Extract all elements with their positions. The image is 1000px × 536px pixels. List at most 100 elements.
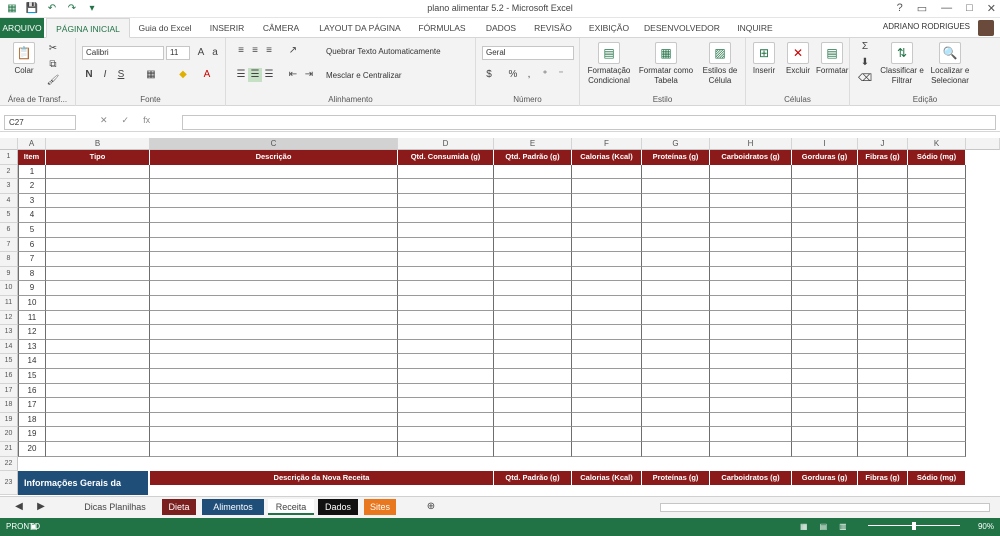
table-cell[interactable] xyxy=(150,164,398,180)
horizontal-scrollbar[interactable] xyxy=(660,503,990,512)
row-header[interactable]: 6 xyxy=(0,223,18,238)
table-cell[interactable] xyxy=(858,427,908,442)
table-cell[interactable]: 16 xyxy=(18,383,46,399)
page-layout-icon[interactable]: ▤ xyxy=(820,522,828,531)
table-cell[interactable] xyxy=(710,383,792,399)
table-cell[interactable] xyxy=(792,354,858,369)
table-cell[interactable] xyxy=(710,339,792,355)
format-button[interactable]: ▤ Formatar xyxy=(816,42,848,76)
bold-button[interactable]: N xyxy=(82,68,96,82)
table-cell[interactable] xyxy=(398,281,494,296)
table-cell[interactable] xyxy=(494,237,572,253)
table-cell[interactable] xyxy=(398,398,494,413)
table-cell[interactable] xyxy=(642,310,710,326)
table-cell[interactable] xyxy=(150,193,398,209)
row-header[interactable]: 17 xyxy=(0,383,18,399)
currency-icon[interactable]: $ xyxy=(482,68,496,82)
table-cell[interactable] xyxy=(150,266,398,282)
row-header[interactable]: 20 xyxy=(0,427,18,442)
table-cell[interactable] xyxy=(792,398,858,413)
table-cell[interactable] xyxy=(398,325,494,340)
select-all-corner[interactable] xyxy=(0,138,18,150)
sheet-tab[interactable]: Dieta xyxy=(162,499,196,515)
row-header[interactable]: 8 xyxy=(0,252,18,267)
fill-color-icon[interactable]: ◆ xyxy=(176,68,190,82)
underline-button[interactable]: S xyxy=(114,68,128,82)
table-cell[interactable] xyxy=(494,164,572,180)
table-cell[interactable] xyxy=(908,310,966,326)
row-header[interactable]: 23 xyxy=(0,471,18,496)
row-header[interactable]: 9 xyxy=(0,266,18,282)
table-cell[interactable] xyxy=(398,266,494,282)
table-cell[interactable] xyxy=(398,164,494,180)
table-cell[interactable] xyxy=(710,223,792,238)
table-cell[interactable] xyxy=(710,325,792,340)
delete-button[interactable]: ✕ Excluir xyxy=(782,42,814,76)
orientation-icon[interactable]: ↗ xyxy=(286,44,300,58)
table-cell[interactable] xyxy=(792,252,858,267)
insert-function-icon[interactable]: fx xyxy=(143,115,150,126)
align-bottom-icon[interactable]: ≡ xyxy=(262,44,276,58)
scroll-left-icon[interactable]: ◀ xyxy=(12,500,26,514)
table-cell[interactable] xyxy=(792,442,858,457)
table-cell[interactable] xyxy=(642,442,710,457)
table-cell[interactable] xyxy=(150,208,398,223)
table-cell[interactable] xyxy=(710,179,792,194)
table-cell[interactable] xyxy=(908,208,966,223)
table-cell[interactable] xyxy=(792,310,858,326)
table-cell[interactable] xyxy=(572,281,642,296)
table-cell[interactable] xyxy=(572,398,642,413)
table-cell[interactable] xyxy=(792,412,858,428)
increase-indent-icon[interactable]: ⇥ xyxy=(302,68,316,82)
minimize-icon[interactable]: — xyxy=(941,2,952,15)
table-cell[interactable] xyxy=(908,179,966,194)
column-header[interactable]: J xyxy=(858,138,908,150)
table-cell[interactable] xyxy=(908,339,966,355)
table-cell[interactable] xyxy=(642,325,710,340)
table-cell[interactable] xyxy=(792,266,858,282)
table-cell[interactable] xyxy=(908,296,966,311)
table-cell[interactable] xyxy=(792,179,858,194)
wrap-text-button[interactable]: Quebrar Texto Automaticamente xyxy=(326,47,441,57)
sheet-tab[interactable]: Sites xyxy=(364,499,396,515)
table-cell[interactable] xyxy=(46,223,150,238)
table-cell[interactable] xyxy=(710,208,792,223)
table-cell[interactable] xyxy=(642,237,710,253)
table-cell[interactable] xyxy=(572,427,642,442)
table-cell[interactable] xyxy=(150,296,398,311)
column-header[interactable]: C xyxy=(150,138,398,150)
table-cell[interactable]: 2 xyxy=(18,179,46,194)
table-cell[interactable] xyxy=(46,369,150,384)
table-cell[interactable] xyxy=(572,383,642,399)
table-cell[interactable] xyxy=(398,310,494,326)
tab-formulas[interactable]: FÓRMULAS xyxy=(412,18,472,38)
table-cell[interactable] xyxy=(572,310,642,326)
table-cell[interactable] xyxy=(908,412,966,428)
table-cell[interactable] xyxy=(908,354,966,369)
table-cell[interactable] xyxy=(46,339,150,355)
table-cell[interactable] xyxy=(792,193,858,209)
table-cell[interactable] xyxy=(908,237,966,253)
table-cell[interactable] xyxy=(858,296,908,311)
sheet-tab[interactable]: Dados xyxy=(318,499,358,515)
new-sheet-icon[interactable]: ⊕ xyxy=(424,500,438,514)
sort-filter-button[interactable]: ⇅ Classificar e Filtrar xyxy=(880,42,924,86)
table-cell[interactable] xyxy=(858,398,908,413)
row-header[interactable]: 2 xyxy=(0,164,18,180)
increase-decimal-icon[interactable]: ⁺ xyxy=(538,68,552,82)
merge-center-button[interactable]: Mesclar e Centralizar xyxy=(326,71,402,81)
table-cell[interactable] xyxy=(908,252,966,267)
table-cell[interactable] xyxy=(46,383,150,399)
table-cell[interactable] xyxy=(150,223,398,238)
conditional-formatting-button[interactable]: ▤ Formatação Condicional xyxy=(582,42,636,86)
font-color-icon[interactable]: A xyxy=(200,68,214,82)
maximize-icon[interactable]: □ xyxy=(966,2,973,15)
clear-icon[interactable]: ⌫ xyxy=(858,72,872,86)
table-cell[interactable]: 7 xyxy=(18,252,46,267)
table-cell[interactable] xyxy=(908,266,966,282)
row-header[interactable]: 22 xyxy=(0,456,18,472)
page-break-icon[interactable]: ▥ xyxy=(839,522,847,531)
table-cell[interactable] xyxy=(858,237,908,253)
table-cell[interactable] xyxy=(494,208,572,223)
cancel-icon[interactable]: ✕ xyxy=(100,115,108,126)
